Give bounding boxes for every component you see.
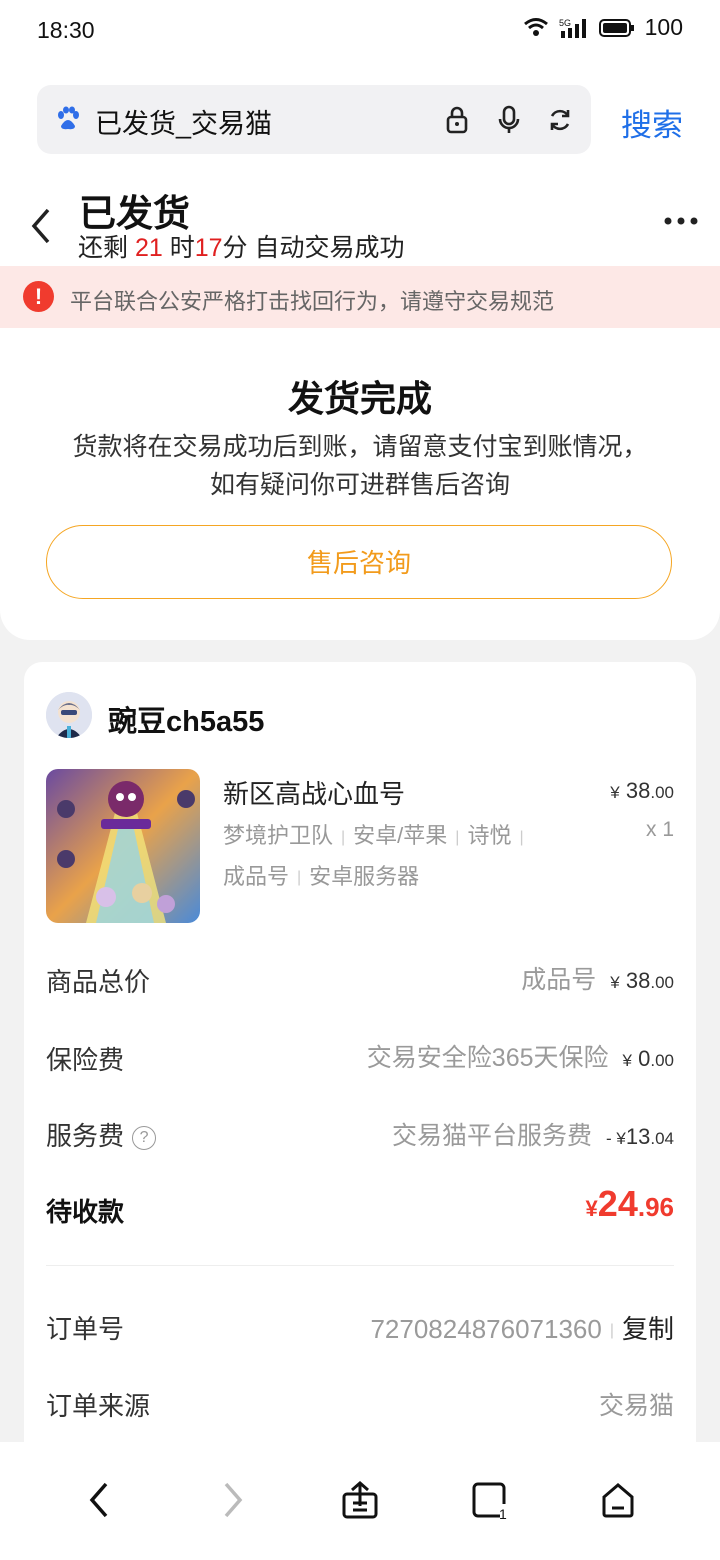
amount-integer: 0 (638, 1046, 651, 1071)
lock-icon[interactable] (442, 104, 472, 136)
currency-symbol: ¥ (585, 1196, 598, 1221)
countdown-suffix: 分 自动交易成功 (222, 234, 405, 262)
help-icon[interactable]: ? (132, 1126, 157, 1151)
currency-symbol: ¥ (610, 973, 620, 992)
amount-decimal: .00 (650, 1051, 674, 1070)
shipment-description: 货款将在交易成功后到账，请留意支付宝到账情况， 如有疑问你可进群售后咨询 (0, 428, 720, 504)
product-thumbnail[interactable] (46, 769, 200, 923)
service-fee-row-value: 交易猫平台服务费 - ¥13.04 (392, 1116, 674, 1152)
wifi-icon (523, 17, 548, 36)
order-source: 交易猫 (598, 1392, 674, 1420)
forward-nav-icon[interactable] (212, 1480, 252, 1520)
service-fee-text: 服务费 (46, 1121, 125, 1151)
tag-game: 梦境护卫队 (223, 823, 334, 848)
copy-button[interactable]: 复制 (622, 1314, 674, 1344)
amount-decimal: .04 (650, 1129, 674, 1148)
countdown-hours: 21 (134, 234, 163, 262)
pending-amount-label: 待收款 (46, 1197, 125, 1227)
tag-separator: | (341, 828, 346, 846)
tag-server: 安卓服务器 (309, 863, 420, 889)
countdown-minutes: 17 (194, 234, 223, 262)
amount-integer: 24 (597, 1183, 638, 1224)
shipment-desc-line2: 如有疑问你可进群售后咨询 (209, 471, 510, 499)
seller-name[interactable]: 豌豆ch5a55 (108, 698, 264, 740)
search-query: 已发货_交易猫 (95, 109, 273, 139)
insurance-row-value: 交易安全险365天保险 ¥ 0.00 (367, 1038, 674, 1074)
refresh-icon[interactable] (545, 104, 575, 136)
back-icon[interactable] (26, 206, 56, 246)
minus-currency: - ¥ (606, 1129, 626, 1148)
product-tags-line1: 梦境护卫队 | 安卓/苹果 | 诗悦 | (223, 816, 532, 857)
product-tags-line2: 成品号 | 安卓服务器 (223, 857, 532, 898)
total-price-label: 商品总价 (46, 967, 151, 997)
amount-decimal: .00 (650, 973, 674, 992)
pending-amount: ¥24.96 (586, 1183, 674, 1225)
tag-separator: | (297, 869, 302, 887)
total-price-row-value: 成品号 ¥ 38.00 (521, 960, 674, 996)
avatar-image (46, 692, 92, 738)
battery-level: 100 (644, 14, 683, 40)
tag-separator: | (455, 828, 460, 846)
countdown-text: 还剩 21 时17分 自动交易成功 (78, 228, 404, 264)
baidu-paw-icon (58, 106, 79, 130)
total-price-detail: 成品号 (521, 966, 597, 994)
product-name[interactable]: 新区高战心血号 (223, 774, 405, 811)
price-integer: 38 (625, 778, 651, 803)
tabs-icon[interactable]: 1 (470, 1480, 510, 1520)
after-sale-button[interactable]: 售后咨询 (46, 525, 672, 599)
service-fee-label: 服务费? (46, 1116, 157, 1153)
microphone-icon[interactable] (494, 104, 524, 136)
separator: | (609, 1322, 614, 1340)
total-price-amount: ¥ 38.00 (610, 968, 674, 994)
order-source-label: 订单来源 (46, 1391, 151, 1421)
amount-decimal: .96 (637, 1192, 674, 1222)
countdown-prefix: 还剩 (78, 234, 135, 262)
battery-icon (598, 18, 634, 37)
price-decimal: .00 (650, 783, 674, 802)
notice-text: 平台联合公安严格打击找回行为，请遵守交易规范 (70, 289, 555, 314)
product-price: ¥ 38.00 (610, 778, 674, 804)
tag-separator: | (519, 828, 524, 846)
product-tags: 梦境护卫队 | 安卓/苹果 | 诗悦 | 成品号 | 安卓服务器 (223, 816, 532, 897)
svg-text:5G: 5G (559, 18, 571, 28)
amount-integer: 38 (625, 968, 651, 993)
tag-platform: 安卓/苹果 (353, 823, 448, 848)
more-icon[interactable] (663, 216, 699, 226)
order-number: 7270824876071360 (370, 1314, 602, 1344)
product-image (46, 769, 200, 923)
amount-integer: 13 (625, 1124, 651, 1149)
insurance-amount: ¥ 0.00 (623, 1046, 674, 1072)
status-time: 18:30 (37, 17, 95, 43)
search-button[interactable]: 搜索 (621, 100, 683, 145)
share-icon[interactable] (340, 1480, 380, 1520)
order-number-row-value: 7270824876071360 | 复制 (370, 1309, 674, 1346)
status-icons: 5G 100 (523, 14, 683, 41)
avatar[interactable] (46, 692, 92, 738)
back-nav-icon[interactable] (80, 1480, 120, 1520)
signal-icon: 5G (559, 18, 586, 38)
order-number-label: 订单号 (46, 1314, 125, 1344)
service-fee-amount: - ¥13.04 (606, 1124, 674, 1150)
product-quantity: x 1 (645, 818, 674, 841)
svg-text:1: 1 (499, 1506, 507, 1520)
warning-icon: ! (23, 281, 54, 312)
tag-type: 成品号 (223, 863, 290, 889)
insurance-detail[interactable]: 交易安全险365天保险 (367, 1038, 609, 1074)
shipment-desc-line1: 货款将在交易成功后到账，请留意支付宝到账情况， (72, 433, 648, 461)
service-fee-detail: 交易猫平台服务费 (392, 1122, 593, 1150)
tag-publisher: 诗悦 (467, 823, 512, 848)
currency-symbol: ¥ (610, 783, 620, 802)
shipment-title: 发货完成 (287, 378, 432, 419)
insurance-label: 保险费 (46, 1045, 125, 1075)
currency-symbol: ¥ (622, 1051, 632, 1070)
divider (46, 1265, 674, 1266)
home-icon[interactable] (598, 1480, 638, 1520)
countdown-hours-unit: 时 (162, 234, 195, 262)
